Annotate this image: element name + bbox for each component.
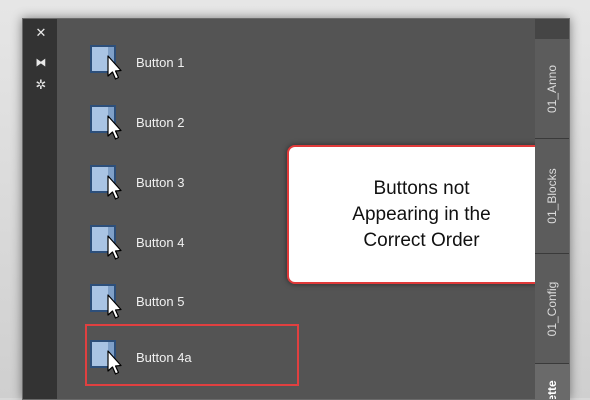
tool-button-2[interactable]: Button 2 <box>57 102 277 142</box>
tab-01-anno[interactable]: 01_Anno <box>535 39 569 139</box>
tool-label: Button 2 <box>136 114 185 130</box>
tab-01-blocks[interactable]: 01_Blocks <box>535 139 569 254</box>
highlight-box <box>85 324 299 386</box>
tab-label: 01_Anno <box>545 64 559 113</box>
tab-label: ette <box>545 380 559 400</box>
annotation-callout: Buttons not Appearing in the Correct Ord… <box>287 145 556 284</box>
tool-palette: ✕ ⧓ ✲ Button 1 Button 2 Button 3 Button … <box>22 18 570 400</box>
tool-label: Button 4 <box>136 234 185 250</box>
tab-palette[interactable]: ette <box>535 364 569 400</box>
tool-button-icon <box>90 165 122 200</box>
tool-label: Button 3 <box>136 174 185 190</box>
properties-icon[interactable]: ✲ <box>34 79 48 93</box>
tool-button-icon <box>90 45 122 80</box>
close-icon[interactable]: ✕ <box>34 27 48 41</box>
callout-line: Correct Order <box>363 229 480 251</box>
tool-button-icon <box>90 105 122 140</box>
tab-01-config[interactable]: 01_Config <box>535 254 569 364</box>
callout-line: Appearing in the <box>352 203 491 225</box>
tab-label: 01_Config <box>545 281 559 336</box>
tool-button-icon <box>90 225 122 260</box>
tool-button-5[interactable]: Button 5 <box>57 281 277 321</box>
tool-label: Button 5 <box>136 293 185 309</box>
auto-hide-icon[interactable]: ⧓ <box>34 56 48 70</box>
tool-button-4[interactable]: Button 4 <box>57 222 277 262</box>
tool-button-1[interactable]: Button 1 <box>57 42 277 82</box>
tab-label: 01_Blocks <box>545 168 559 224</box>
callout-line: Buttons not <box>373 177 470 199</box>
palette-content: Button 1 Button 2 Button 3 Button 4 Butt… <box>57 19 569 399</box>
tool-button-3[interactable]: Button 3 <box>57 162 277 202</box>
palette-tab-strip: 01_Anno 01_Blocks 01_Config ette <box>535 19 569 399</box>
palette-titlebar: ✕ ⧓ ✲ <box>23 19 57 399</box>
screenshot-frame: ✕ ⧓ ✲ Button 1 Button 2 Button 3 Button … <box>0 0 590 400</box>
tool-label: Button 1 <box>136 54 185 70</box>
tool-button-icon <box>90 284 122 319</box>
